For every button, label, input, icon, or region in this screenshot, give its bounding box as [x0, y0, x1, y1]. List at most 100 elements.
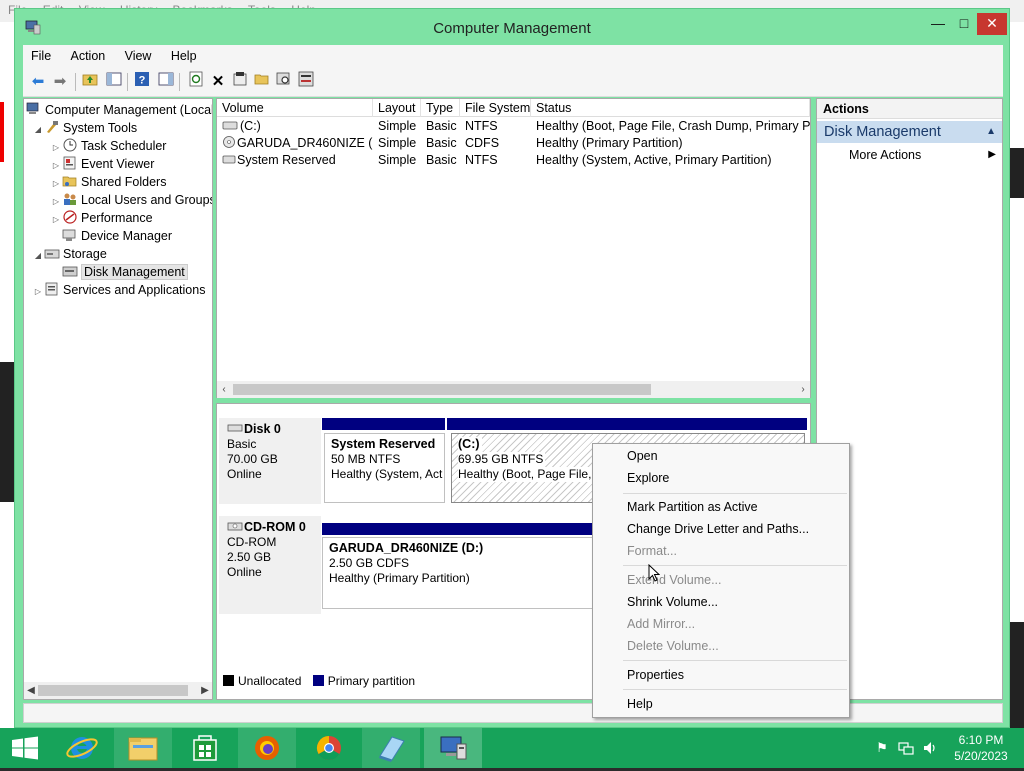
- table-row[interactable]: GARUDA_DR460NIZE (D:) Simple Basic CDFS …: [217, 135, 810, 152]
- volume-cell: (C:): [217, 118, 373, 135]
- menu-view[interactable]: View: [117, 45, 160, 67]
- delete-icon[interactable]: ✕: [207, 71, 229, 93]
- tree-item-device-manager[interactable]: Device Manager: [62, 227, 172, 245]
- partition-bar: [322, 418, 445, 430]
- menu-item-shrink-volume[interactable]: Shrink Volume...: [593, 591, 849, 613]
- navigation-tree: Computer Management (Local ◢ System Tools…: [23, 98, 213, 700]
- back-icon[interactable]: ⬅: [27, 71, 49, 93]
- collapse-icon[interactable]: ▲: [986, 121, 996, 143]
- expand-icon[interactable]: ▷: [32, 283, 44, 301]
- tree-label: System Tools: [63, 121, 138, 135]
- scroll-left-icon[interactable]: ◀: [24, 682, 38, 699]
- event-viewer-icon: [62, 156, 78, 170]
- expand-icon[interactable]: ▷: [50, 211, 62, 229]
- menu-item-mark-active[interactable]: Mark Partition as Active: [593, 496, 849, 518]
- taskbar-chrome[interactable]: [300, 728, 358, 768]
- status-bar: [23, 703, 1003, 723]
- scroll-left-icon[interactable]: ‹: [217, 381, 231, 398]
- tree-horizontal-scrollbar[interactable]: ◀ ▶: [24, 682, 212, 699]
- more-actions-item[interactable]: More Actions ▶: [817, 145, 1002, 165]
- volume-icon[interactable]: [922, 740, 938, 756]
- taskbar-internet-explorer[interactable]: [53, 728, 111, 768]
- tree-item-disk-management[interactable]: Disk Management: [62, 263, 188, 281]
- taskbar-firefox[interactable]: [238, 728, 296, 768]
- settings-icon[interactable]: [295, 71, 317, 93]
- refresh-icon[interactable]: [185, 71, 207, 93]
- start-button[interactable]: [0, 728, 50, 768]
- flag-icon[interactable]: ⚑: [874, 740, 890, 756]
- menu-separator: [623, 689, 847, 690]
- column-header-type[interactable]: Type: [421, 99, 460, 117]
- tree-item-shared-folders[interactable]: ▷ Shared Folders: [50, 173, 167, 191]
- show-hide-tree-icon[interactable]: [103, 71, 125, 93]
- tree-label: Disk Management: [81, 264, 188, 280]
- type-cell: Basic: [426, 119, 457, 133]
- actions-section-disk-management[interactable]: Disk Management ▲: [817, 121, 1002, 143]
- tree-item-system-tools[interactable]: ◢ System Tools: [32, 119, 137, 137]
- menu-item-change-drive-letter[interactable]: Change Drive Letter and Paths...: [593, 518, 849, 540]
- disk-type: CD-ROM: [227, 535, 277, 549]
- column-header-file-system[interactable]: File System: [460, 99, 531, 117]
- collapse-icon[interactable]: ◢: [32, 121, 44, 139]
- layout-cell: Simple: [378, 136, 417, 150]
- menu-action[interactable]: Action: [63, 45, 114, 67]
- search-icon[interactable]: [273, 71, 295, 93]
- menu-file[interactable]: File: [23, 45, 59, 67]
- tree-item-services-applications[interactable]: ▷ Services and Applications: [32, 281, 205, 299]
- taskbar-clock[interactable]: 6:10 PM 5/20/2023: [948, 732, 1014, 764]
- svg-text:?: ?: [139, 75, 146, 87]
- scroll-right-icon[interactable]: ▶: [198, 682, 212, 699]
- scroll-right-icon[interactable]: ›: [796, 381, 810, 398]
- tree-item-performance[interactable]: ▷ Performance: [50, 209, 153, 227]
- disk-name: Disk 0: [227, 422, 321, 437]
- partition-name: System Reserved: [331, 437, 436, 451]
- properties-icon[interactable]: [229, 71, 251, 93]
- title-bar[interactable]: Computer Management — □ ✕: [15, 9, 1009, 45]
- clock-date: 5/20/2023: [954, 749, 1008, 763]
- store-icon: [193, 735, 217, 761]
- help-icon[interactable]: ?: [131, 71, 153, 93]
- taskbar-notepad[interactable]: [362, 728, 420, 768]
- tree-item-computer-management[interactable]: Computer Management (Local: [26, 101, 212, 119]
- show-action-pane-icon[interactable]: [155, 71, 177, 93]
- partition-size: 69.95 GB NTFS: [458, 452, 546, 467]
- cd-drive-icon: [223, 136, 235, 148]
- column-header-layout[interactable]: Layout: [373, 99, 421, 117]
- scroll-thumb[interactable]: [233, 384, 651, 395]
- tree-item-local-users[interactable]: ▷ Local Users and Groups: [50, 191, 212, 209]
- drive-icon: [222, 121, 238, 130]
- cdrom-0-label[interactable]: CD-ROM 0 CD-ROM 2.50 GB Online: [219, 516, 321, 614]
- tree-item-event-viewer[interactable]: ▷ Event Viewer: [50, 155, 154, 173]
- shared-folder-icon: [62, 174, 78, 188]
- menu-item-explore[interactable]: Explore: [593, 467, 849, 489]
- open-folder-icon[interactable]: [251, 71, 273, 93]
- forward-icon[interactable]: ➡: [49, 71, 71, 93]
- collapse-icon[interactable]: ◢: [32, 247, 44, 265]
- menu-item-open[interactable]: Open: [593, 445, 849, 467]
- column-header-volume[interactable]: Volume: [217, 99, 373, 117]
- minimize-button[interactable]: —: [925, 13, 951, 35]
- menu-item-help[interactable]: Help: [593, 693, 849, 715]
- table-row[interactable]: System Reserved Simple Basic NTFS Health…: [217, 152, 810, 169]
- taskbar-computer-management[interactable]: [424, 728, 482, 768]
- menu-item-properties[interactable]: Properties: [593, 664, 849, 686]
- partition-system-reserved[interactable]: System Reserved 50 MB NTFS Healthy (Syst…: [324, 433, 445, 503]
- menu-help[interactable]: Help: [163, 45, 205, 67]
- scroll-thumb[interactable]: [38, 685, 188, 696]
- legend-swatch-primary: [312, 675, 324, 686]
- volume-cell: GARUDA_DR460NIZE (D:): [217, 135, 373, 152]
- maximize-button[interactable]: □: [951, 13, 977, 35]
- section-label: Disk Management: [824, 124, 941, 140]
- table-row[interactable]: (C:) Simple Basic NTFS Healthy (Boot, Pa…: [217, 118, 810, 135]
- taskbar-store[interactable]: [176, 728, 234, 768]
- network-icon[interactable]: [898, 740, 914, 756]
- taskbar-file-explorer[interactable]: [114, 728, 172, 768]
- up-folder-icon[interactable]: [79, 71, 101, 93]
- column-header-status[interactable]: Status: [531, 99, 810, 117]
- close-button[interactable]: ✕: [977, 13, 1007, 35]
- disk-0-label[interactable]: Disk 0 Basic 70.00 GB Online: [219, 418, 321, 504]
- tree-item-task-scheduler[interactable]: ▷ Task Scheduler: [50, 137, 166, 155]
- tree-item-storage[interactable]: ◢ Storage: [32, 245, 107, 263]
- tree-label: Performance: [81, 211, 153, 225]
- volume-list-horizontal-scrollbar[interactable]: ‹ ›: [217, 381, 810, 398]
